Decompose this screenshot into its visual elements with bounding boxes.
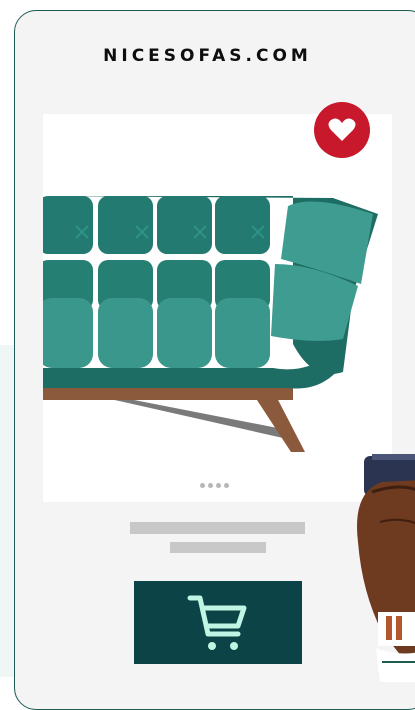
carousel-dot[interactable] [224,483,229,488]
carousel-dot[interactable] [208,483,213,488]
product-image[interactable] [43,114,392,502]
carousel-dot[interactable] [200,483,205,488]
carousel-dots [200,483,229,488]
product-name-placeholder [130,522,305,534]
sofa-illustration [43,196,378,452]
product-price-placeholder [170,542,266,553]
heart-icon [328,118,356,141]
site-title: NICESOFAS.COM [103,46,312,66]
carousel-dot[interactable] [216,483,221,488]
shopping-cart-icon [187,595,247,650]
hand-holding-phone [357,454,415,682]
add-to-cart-button[interactable] [134,581,302,664]
favorite-button[interactable] [314,102,370,158]
